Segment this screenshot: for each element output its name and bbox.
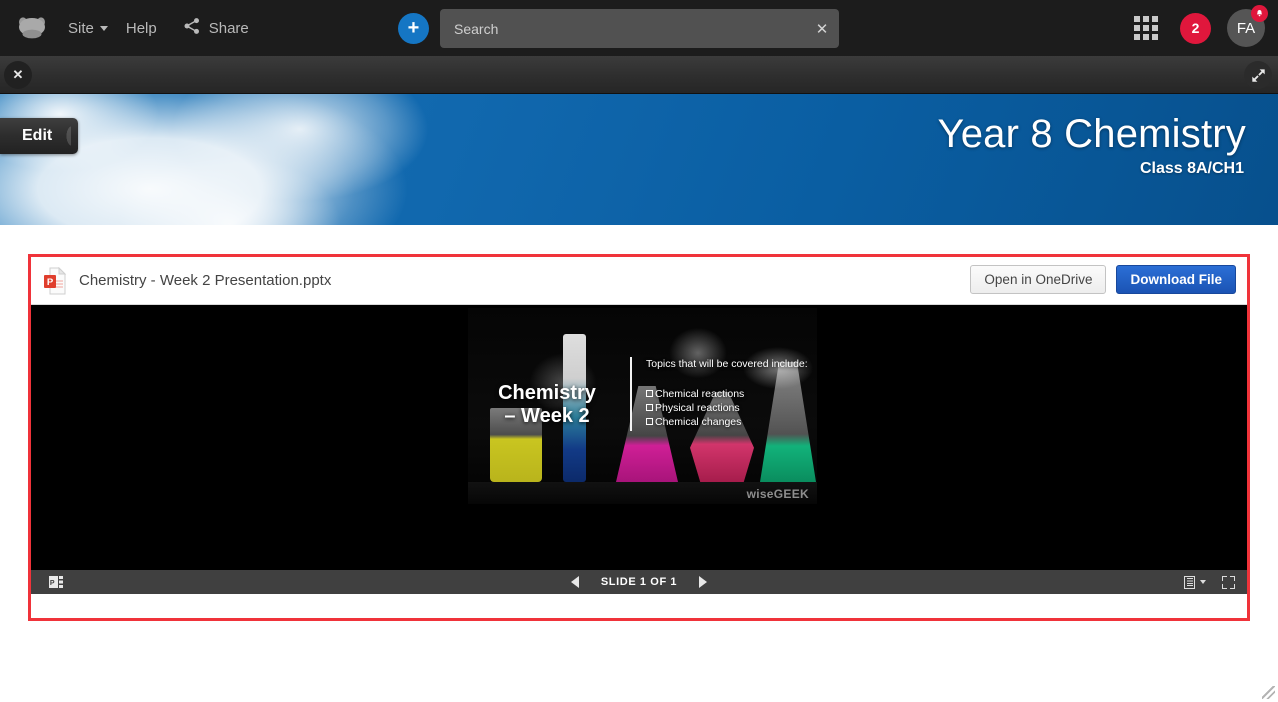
slide-body: Topics that will be covered include: Che… (646, 358, 811, 430)
plus-icon: + (407, 17, 420, 39)
file-embed-header: P Chemistry - Week 2 Presentation.pptx O… (31, 257, 1247, 305)
page-title: Year 8 Chemistry (937, 112, 1246, 156)
notes-outline-button[interactable] (1184, 575, 1206, 589)
slide-navigation: SLIDE 1 OF 1 (31, 576, 1247, 588)
chevron-down-icon (99, 25, 108, 31)
chevron-down-icon (1200, 580, 1206, 584)
edit-button-label: Edit (22, 127, 53, 144)
list-item: Chemical changes (646, 415, 811, 429)
bell-icon (1251, 5, 1268, 22)
nav-right-cluster: 2 FA (1134, 0, 1278, 56)
share-icon (183, 17, 201, 40)
close-icon[interactable]: ✕ (4, 61, 32, 89)
checkbox-icon (646, 404, 653, 412)
site-menu[interactable]: Site (68, 20, 108, 37)
notes-outline-icon (1184, 575, 1195, 589)
share-button[interactable]: Share (183, 17, 249, 40)
notification-count-badge[interactable]: 2 (1180, 12, 1211, 44)
list-item: Physical reactions (646, 401, 811, 415)
share-label: Share (208, 19, 249, 37)
slide-stage: Chemistry – Week 2 Topics that will be c… (31, 305, 1247, 594)
download-file-button[interactable]: Download File (1116, 265, 1236, 294)
search-box[interactable]: ✕ (440, 9, 839, 48)
slide-divider (630, 357, 632, 431)
previous-slide-icon[interactable] (570, 576, 579, 588)
apps-grid-icon[interactable] (1134, 16, 1158, 40)
next-slide-icon[interactable] (699, 576, 708, 588)
open-in-onedrive-button[interactable]: Open in OneDrive (970, 265, 1107, 294)
slide-title: Chemistry – Week 2 (498, 382, 596, 428)
help-link-label: Help (125, 19, 157, 37)
list-item: Chemical reactions (646, 387, 811, 401)
slide-counter: SLIDE 1 OF 1 (600, 576, 678, 588)
top-navigation-bar: Site Help Share + ✕ 2 FA (0, 0, 1278, 56)
file-embed-panel: P Chemistry - Week 2 Presentation.pptx O… (28, 254, 1250, 621)
slide-bullet-list: Chemical reactions Physical reactions Ch… (646, 387, 811, 430)
resize-grip-icon[interactable] (1262, 686, 1275, 699)
viewer-right-controls (1184, 575, 1235, 589)
cloud-logo-icon[interactable] (14, 13, 50, 43)
slide-lead-text: Topics that will be covered include: (646, 358, 808, 370)
help-link[interactable]: Help (126, 20, 157, 37)
list-item-label: Chemical reactions (655, 387, 745, 400)
secondary-toolbar: ✕ (0, 56, 1278, 94)
slide-canvas[interactable]: Chemistry – Week 2 Topics that will be c… (468, 308, 817, 504)
avatar[interactable]: FA (1227, 5, 1268, 47)
expand-arrows-icon[interactable] (1244, 61, 1272, 89)
list-item-label: Physical reactions (655, 402, 740, 415)
add-button[interactable]: + (398, 13, 429, 44)
edit-button[interactable]: Edit (0, 118, 79, 154)
search-input[interactable] (440, 20, 805, 37)
page-banner: Edit Year 8 Chemistry Class 8A/CH1 (0, 94, 1278, 225)
svg-text:P: P (47, 277, 54, 288)
site-menu-label: Site (68, 19, 94, 37)
checkbox-icon (646, 389, 653, 397)
powerpoint-file-icon: P (43, 266, 67, 295)
slide-watermark: wiseGEEK (746, 487, 809, 501)
page-subtitle: Class 8A/CH1 (1139, 160, 1244, 177)
checkbox-icon (646, 418, 653, 426)
file-name-label: Chemistry - Week 2 Presentation.pptx (79, 272, 332, 289)
search-clear-icon[interactable]: ✕ (805, 20, 839, 38)
fullscreen-icon[interactable] (1222, 575, 1235, 589)
list-item-label: Chemical changes (655, 416, 742, 429)
viewer-toolbar: P SLIDE 1 OF 1 (31, 570, 1247, 594)
file-actions: Open in OneDrive Download File (970, 265, 1236, 294)
